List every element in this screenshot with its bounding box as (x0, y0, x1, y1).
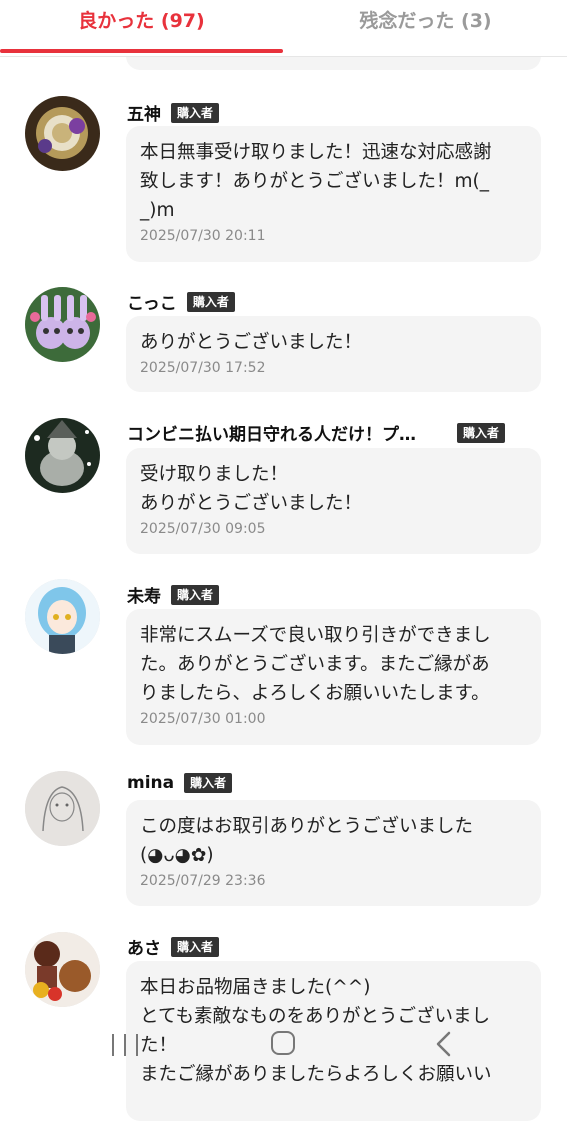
reviewer-name-row: あさ 購入者 (127, 934, 220, 959)
recent-apps-icon[interactable] (112, 1034, 138, 1056)
comment-date: 2025/07/29 23:36 (140, 873, 266, 889)
reviewer-name-row: 未寿 購入者 (127, 582, 220, 607)
active-tab-indicator (0, 49, 283, 53)
comment-bubble: 本日無事受け取りました！迅速な対応感謝 致します！ありがとうございました！m(_… (126, 126, 541, 262)
comment-text: この度はお取引ありがとうございました (◕ᴗ◕✿) (140, 816, 474, 866)
tab-good-label: 良かった (97) (78, 10, 205, 32)
comment-text: 本日無事受け取りました！迅速な対応感謝 致します！ありがとうございました！m(_… (140, 142, 492, 221)
buyer-badge: 購入者 (457, 422, 506, 443)
review-tabs: 良かった (97) 残念だった (3) (0, 0, 567, 57)
reviewer-name-row: コンビニ払い期日守れる人だけ！プ… 購入者 (127, 420, 506, 445)
avatar[interactable] (25, 771, 100, 846)
reviewer-name[interactable]: あさ (127, 934, 161, 959)
comment-text: 非常にスムーズで良い取り引きができまし た。ありがとうございます。またご縁があ … (140, 625, 491, 704)
reviewer-name[interactable]: 五神 (127, 100, 161, 125)
reviewer-name[interactable]: こっこ (127, 289, 177, 314)
reviewer-name-row: 五神 購入者 (127, 100, 220, 125)
comment-bubble: 受け取りました！ ありがとうございました！ 2025/07/30 09:05 (126, 448, 541, 554)
tab-bad-label: 残念だった (3) (359, 10, 492, 32)
comment-text: ありがとうございました！ (140, 332, 363, 353)
buyer-badge: 購入者 (186, 291, 235, 312)
buyer-badge: 購入者 (171, 936, 220, 957)
comment-date: 2025/07/30 01:00 (140, 711, 266, 727)
reviewer-name[interactable]: mina (127, 773, 174, 793)
avatar[interactable] (25, 932, 100, 1007)
buyer-badge: 購入者 (184, 773, 233, 793)
tab-good[interactable]: 良かった (97) (0, 0, 283, 54)
buyer-badge: 購入者 (171, 102, 220, 123)
reviewer-name-row: こっこ 購入者 (127, 289, 235, 314)
comment-text: 受け取りました！ ありがとうございました！ (140, 464, 363, 514)
avatar[interactable] (25, 287, 100, 362)
comment-bubble: ありがとうございました！ 2025/07/30 17:52 (126, 316, 541, 392)
avatar[interactable] (25, 96, 100, 171)
comment-bubble: この度はお取引ありがとうございました (◕ᴗ◕✿) 2025/07/29 23:… (126, 800, 541, 906)
reviewer-name[interactable]: 未寿 (127, 582, 161, 607)
comment-date: 2025/07/30 09:05 (140, 521, 266, 537)
back-icon[interactable] (432, 1030, 456, 1058)
system-navigation-bar (0, 1022, 567, 1080)
avatar[interactable] (25, 418, 100, 493)
comment-date: 2025/07/30 20:11 (140, 228, 266, 244)
buyer-badge: 購入者 (171, 584, 220, 605)
reviewer-name[interactable]: コンビニ払い期日守れる人だけ！プ… (127, 420, 447, 445)
tab-bad[interactable]: 残念だった (3) (284, 0, 567, 54)
home-icon[interactable] (271, 1031, 295, 1055)
comment-bubble: 非常にスムーズで良い取り引きができまし た。ありがとうございます。またご縁があ … (126, 609, 541, 745)
comment-date: 2025/07/30 17:52 (140, 360, 266, 376)
reviewer-name-row: mina 購入者 (127, 773, 233, 793)
avatar[interactable] (25, 579, 100, 654)
